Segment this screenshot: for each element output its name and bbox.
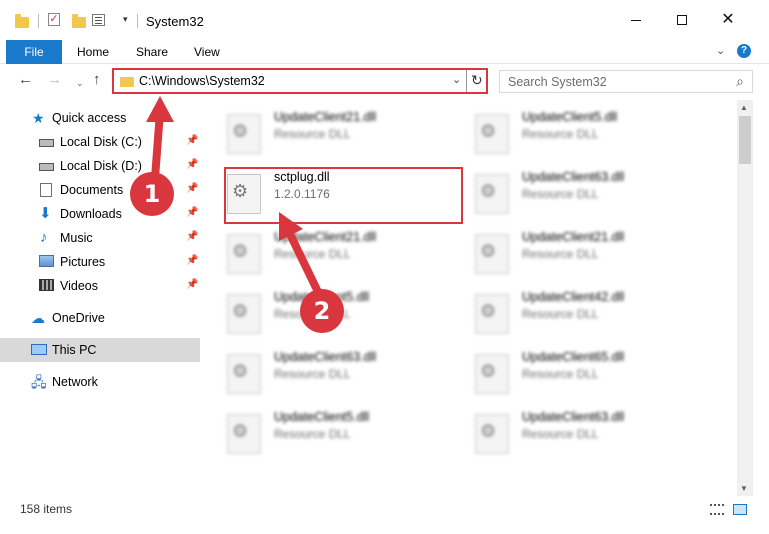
arrow-1 — [146, 96, 174, 182]
step-marker-2: 2 — [300, 289, 344, 333]
step-marker-1: 1 — [130, 172, 174, 216]
arrow-2 — [279, 212, 324, 300]
annotation-arrows — [146, 96, 324, 300]
